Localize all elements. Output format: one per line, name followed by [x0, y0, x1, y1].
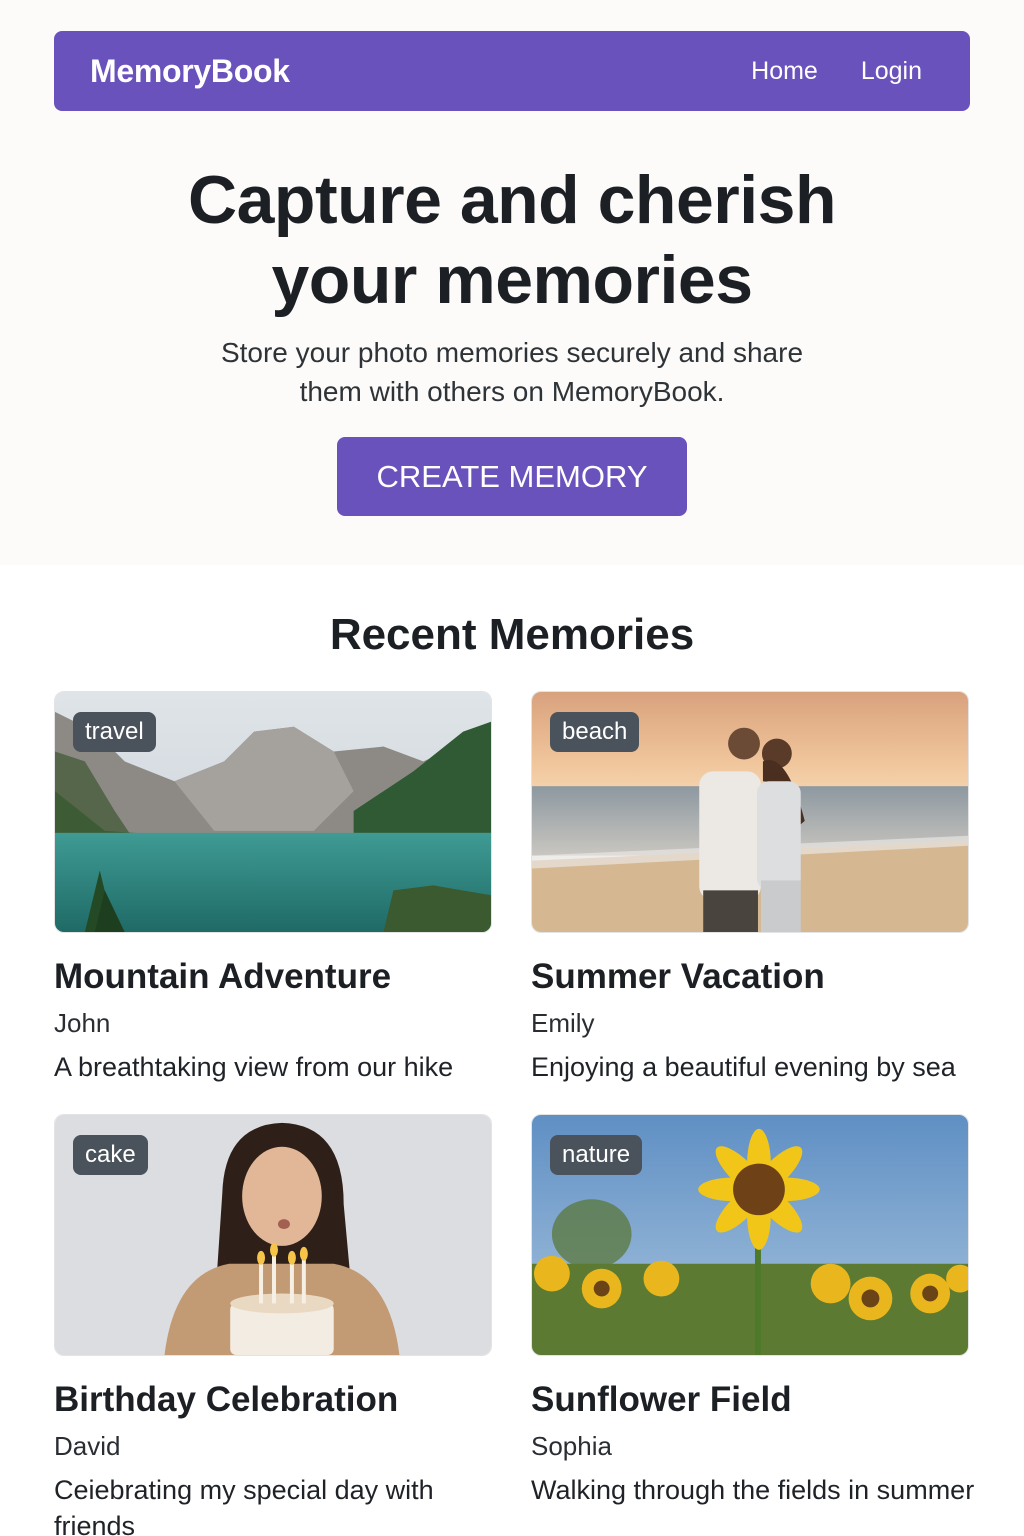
- memory-author: Emily: [531, 1008, 595, 1038]
- memory-image-sunflower[interactable]: nature: [531, 1114, 969, 1356]
- memory-image-birthday[interactable]: cake: [54, 1114, 492, 1356]
- memory-author: John: [54, 1008, 111, 1038]
- memory-author: David: [54, 1431, 121, 1461]
- memory-title[interactable]: Sunflower Field: [531, 1380, 971, 1420]
- hero-title: Capture and cherish your memories: [0, 160, 1024, 320]
- navbar: MemoryBook Home Login: [54, 31, 970, 111]
- memory-title[interactable]: Summer Vacation: [531, 957, 971, 997]
- memory-author: Sophia: [531, 1431, 612, 1461]
- memory-tag[interactable]: nature: [550, 1135, 643, 1175]
- memory-card-mountain[interactable]: travel Mountain Adventure John A breatht…: [54, 691, 494, 1085]
- hero-title-line-1: Capture and cherish: [188, 162, 837, 238]
- memory-tag[interactable]: beach: [550, 712, 640, 752]
- section-title: Recent Memories: [329, 610, 695, 659]
- memory-title[interactable]: Birthday Celebration: [54, 1380, 494, 1420]
- memory-card-sunflower[interactable]: nature Sunflower Field Sophia Walking th…: [531, 1114, 974, 1508]
- hero-subtitle-line-2: them with others on MemoryBook.: [299, 376, 725, 407]
- nav-link-home[interactable]: Home: [751, 57, 818, 86]
- nav-links: Home Login: [751, 57, 922, 86]
- memory-description: Walking through the fields in summer: [531, 1475, 975, 1505]
- memory-title[interactable]: Mountain Adventure: [54, 957, 494, 997]
- hero-subtitle: Store your photo memories securely and s…: [0, 333, 1024, 411]
- memory-description: Enjoying a beautiful evening by sea: [531, 1052, 956, 1082]
- memory-image-mountain[interactable]: travel: [54, 691, 492, 933]
- memory-image-beach[interactable]: beach: [531, 691, 969, 933]
- memory-tag[interactable]: cake: [73, 1135, 148, 1175]
- memory-card-beach[interactable]: beach Summer Vacation Emily Enjoying a b…: [531, 691, 971, 1085]
- create-memory-button[interactable]: CREATE MEMORY: [337, 437, 687, 516]
- memory-card-birthday[interactable]: cake Birthday Celebration David Ceiebrat…: [54, 1114, 494, 1536]
- memory-description: Ceiebrating my special day with friends: [54, 1475, 434, 1536]
- memory-tag[interactable]: travel: [73, 712, 156, 752]
- nav-link-login[interactable]: Login: [861, 57, 922, 86]
- hero-title-line-2: your memories: [271, 242, 753, 318]
- hero-subtitle-line-1: Store your photo memories securely and s…: [220, 337, 804, 368]
- memory-description: A breathtaking view from our hike: [54, 1052, 454, 1082]
- brand-logo[interactable]: MemoryBook: [90, 53, 290, 90]
